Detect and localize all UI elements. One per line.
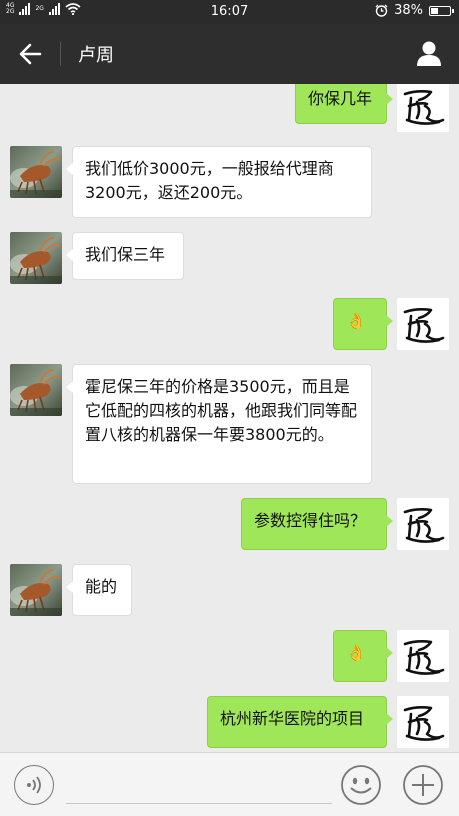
calligraphy-glyph: [397, 696, 449, 748]
alarm-icon: [375, 4, 388, 17]
battery-percent: 38%: [394, 3, 423, 18]
message-bubble[interactable]: 能的: [66, 564, 132, 616]
message-list[interactable]: 你保几年我们低价3000元，一般报给代理商3200元，返还200元。我们保三年 👌…: [0, 84, 459, 752]
person-icon[interactable]: [415, 39, 443, 67]
chat-header: 卢周: [0, 24, 459, 84]
message-bubble[interactable]: 你保几年: [295, 84, 393, 124]
avatar-contact[interactable]: [10, 232, 62, 284]
avatar-contact[interactable]: [10, 146, 62, 198]
avatar-self[interactable]: [397, 498, 449, 550]
crayfish-photo: [10, 232, 62, 284]
message-bubble[interactable]: 我们低价3000元，一般报给代理商3200元，返还200元。: [66, 146, 372, 218]
calligraphy-glyph: [397, 84, 449, 132]
calligraphy-glyph: [397, 298, 449, 350]
calligraphy-glyph: [397, 498, 449, 550]
avatar-self[interactable]: [397, 298, 449, 350]
input-bar: [0, 752, 459, 816]
status-bar: 4G 2G 2G 16:07 38%: [0, 0, 459, 24]
message-bubble[interactable]: 我们保三年: [66, 232, 184, 280]
plus-icon[interactable]: [402, 764, 444, 806]
voice-input-button[interactable]: [14, 765, 54, 805]
avatar-contact[interactable]: [10, 364, 62, 416]
avatar-self[interactable]: [397, 696, 449, 748]
message-bubble[interactable]: 杭州新华医院的项目: [207, 696, 393, 748]
crayfish-photo: [10, 364, 62, 416]
calligraphy-glyph: [397, 630, 449, 682]
chat-title: 卢周: [78, 45, 114, 66]
crayfish-photo: [10, 564, 62, 616]
battery-icon: [429, 5, 454, 16]
crayfish-photo: [10, 146, 62, 198]
message-bubble[interactable]: 参数控得住吗？: [241, 498, 393, 550]
emoji-icon[interactable]: [340, 764, 382, 806]
message-input[interactable]: [66, 803, 332, 804]
message-bubble[interactable]: 👌: [333, 298, 393, 350]
avatar-self[interactable]: [397, 630, 449, 682]
voice-icon: [27, 776, 41, 794]
back-arrow-icon[interactable]: [14, 39, 46, 69]
avatar-contact[interactable]: [10, 564, 62, 616]
message-bubble[interactable]: 👌: [333, 630, 393, 682]
avatar-self[interactable]: [397, 84, 449, 132]
message-bubble[interactable]: 霍尼保三年的价格是3500元，而且是它低配的四核的机器，他跟我们同等配置八核的机…: [66, 364, 372, 484]
header-divider: [60, 42, 61, 66]
